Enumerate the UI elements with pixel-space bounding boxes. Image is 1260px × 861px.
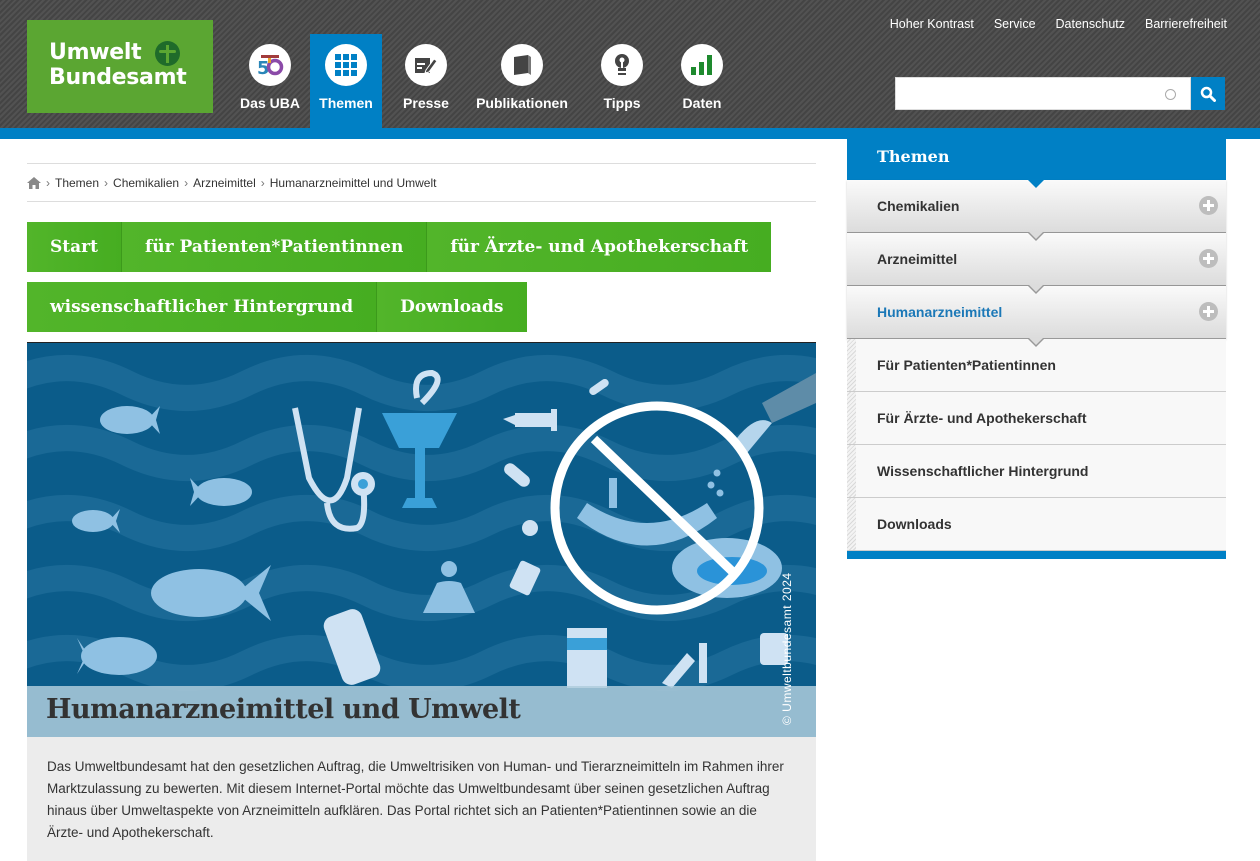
logo-line2: Bundesamt [49, 65, 187, 90]
nav-label: Das UBA [240, 95, 300, 111]
tab-downloads[interactable]: Downloads [377, 282, 527, 332]
pointer-arrow [1027, 337, 1045, 347]
sidebar-subitem-label: Für Patienten*Patientinnen [877, 357, 1056, 373]
breadcrumb-separator: › [184, 175, 189, 190]
sidebar-title[interactable]: Themen [847, 137, 1226, 188]
expand-plus-icon[interactable] [1199, 196, 1218, 215]
sidebar-subitem-wissenschaftlicher-hintergrund[interactable]: Wissenschaftlicher Hintergrund [847, 445, 1226, 498]
breadcrumb-separator: › [104, 175, 109, 190]
sidebar-item-label: Chemikalien [877, 198, 960, 214]
loading-indicator-icon [1165, 89, 1176, 100]
main-navigation: 5 Das UBA Themen Presse Publikationen Ti… [230, 34, 738, 128]
breadcrumb-themen[interactable]: Themen [55, 176, 99, 190]
nav-publikationen[interactable]: Publikationen [466, 34, 578, 128]
hero-illustration [27, 355, 816, 691]
sidebar-subitem-downloads[interactable]: Downloads [847, 498, 1226, 551]
lightbulb-icon [601, 44, 643, 86]
breadcrumb-separator: › [260, 175, 265, 190]
breadcrumb-chemikalien[interactable]: Chemikalien [113, 176, 179, 190]
nav-label: Themen [319, 95, 373, 111]
breadcrumb-separator: › [46, 175, 50, 190]
tab-patienten[interactable]: für Patienten*Patientinnen [121, 222, 428, 272]
sidebar-subitem-label: Wissenschaftlicher Hintergrund [877, 463, 1089, 479]
uba-50-icon: 5 [249, 44, 291, 86]
page-title: Humanarzneimittel und Umwelt [46, 694, 521, 725]
notepad-pen-icon [405, 44, 447, 86]
breadcrumb-arzneimittel[interactable]: Arzneimittel [193, 176, 256, 190]
sidebar-subitem-label: Downloads [877, 516, 952, 532]
breadcrumb-current: Humanarzneimittel und Umwelt [269, 175, 437, 190]
nav-label: Presse [403, 95, 449, 111]
sidebar-item-label: Arzneimittel [877, 251, 958, 267]
logo-line1: Umwelt [49, 40, 142, 65]
breadcrumb: › Themen › Chemikalien › Arzneimittel › … [27, 163, 816, 202]
pointer-arrow [1027, 284, 1045, 294]
book-icon [501, 44, 543, 86]
tab-wissenschaftlicher-hintergrund[interactable]: wissenschaftlicher Hintergrund [27, 282, 378, 332]
nav-label: Daten [682, 95, 722, 111]
site-header: Umwelt Bundesamt 5 Das UBA Themen Presse… [0, 0, 1260, 130]
nav-das-uba[interactable]: 5 Das UBA [230, 34, 310, 128]
expand-plus-icon[interactable] [1199, 302, 1218, 321]
nav-daten[interactable]: Daten [666, 34, 738, 128]
grid-icon [325, 44, 367, 86]
nav-themen[interactable]: Themen [310, 34, 382, 128]
search-input[interactable] [896, 78, 1190, 109]
meditating-person [423, 561, 475, 613]
sidebar-subitem-aerzte-apotheker[interactable]: Für Ärzte- und Apothekerschaft [847, 392, 1226, 445]
nav-presse[interactable]: Presse [390, 34, 462, 128]
subnav-tabs-row2: wissenschaftlicher Hintergrund Downloads [27, 282, 527, 332]
pointer-arrow [1027, 231, 1045, 241]
sidebar-navigation: Themen Chemikalien Arzneimittel Humanarz… [847, 137, 1226, 559]
sidebar-title-label: Themen [877, 147, 950, 166]
nav-label: Tipps [603, 95, 641, 111]
bar-chart-icon [681, 44, 723, 86]
search-field [895, 77, 1191, 110]
sidebar-footer-bar [847, 551, 1226, 559]
service-links: Hoher Kontrast Service Datenschutz Barri… [890, 17, 1227, 31]
link-hoher-kontrast[interactable]: Hoher Kontrast [890, 17, 974, 31]
home-icon[interactable] [27, 176, 41, 189]
tab-aerzte-apotheker[interactable]: für Ärzte- und Apothekerschaft [427, 222, 772, 272]
uba-emblem-icon [155, 41, 180, 66]
link-service[interactable]: Service [994, 17, 1036, 31]
image-copyright: © Umweltbundesamt 2024 [780, 572, 794, 725]
search-button[interactable] [1191, 77, 1225, 110]
nav-tipps[interactable]: Tipps [588, 34, 656, 128]
search-icon [1200, 86, 1216, 102]
sidebar-item-label: Humanarzneimittel [877, 304, 1003, 320]
tab-start[interactable]: Start [27, 222, 122, 272]
logo-umweltbundesamt[interactable]: Umwelt Bundesamt [27, 20, 213, 113]
sidebar-subitem-label: Für Ärzte- und Apothekerschaft [877, 410, 1087, 426]
subnav-tabs-row1: Start für Patienten*Patientinnen für Ärz… [27, 222, 772, 272]
link-datenschutz[interactable]: Datenschutz [1056, 17, 1125, 31]
intro-text: Das Umweltbundesamt hat den gesetzlichen… [27, 737, 816, 861]
nav-label: Publikationen [476, 95, 568, 111]
expand-plus-icon[interactable] [1199, 249, 1218, 268]
pointer-arrow [1027, 179, 1045, 188]
hero-image: Humanarzneimittel und Umwelt [27, 342, 816, 737]
link-barrierefreiheit[interactable]: Barrierefreiheit [1145, 17, 1227, 31]
hero-title-bar: Humanarzneimittel und Umwelt [27, 686, 816, 737]
